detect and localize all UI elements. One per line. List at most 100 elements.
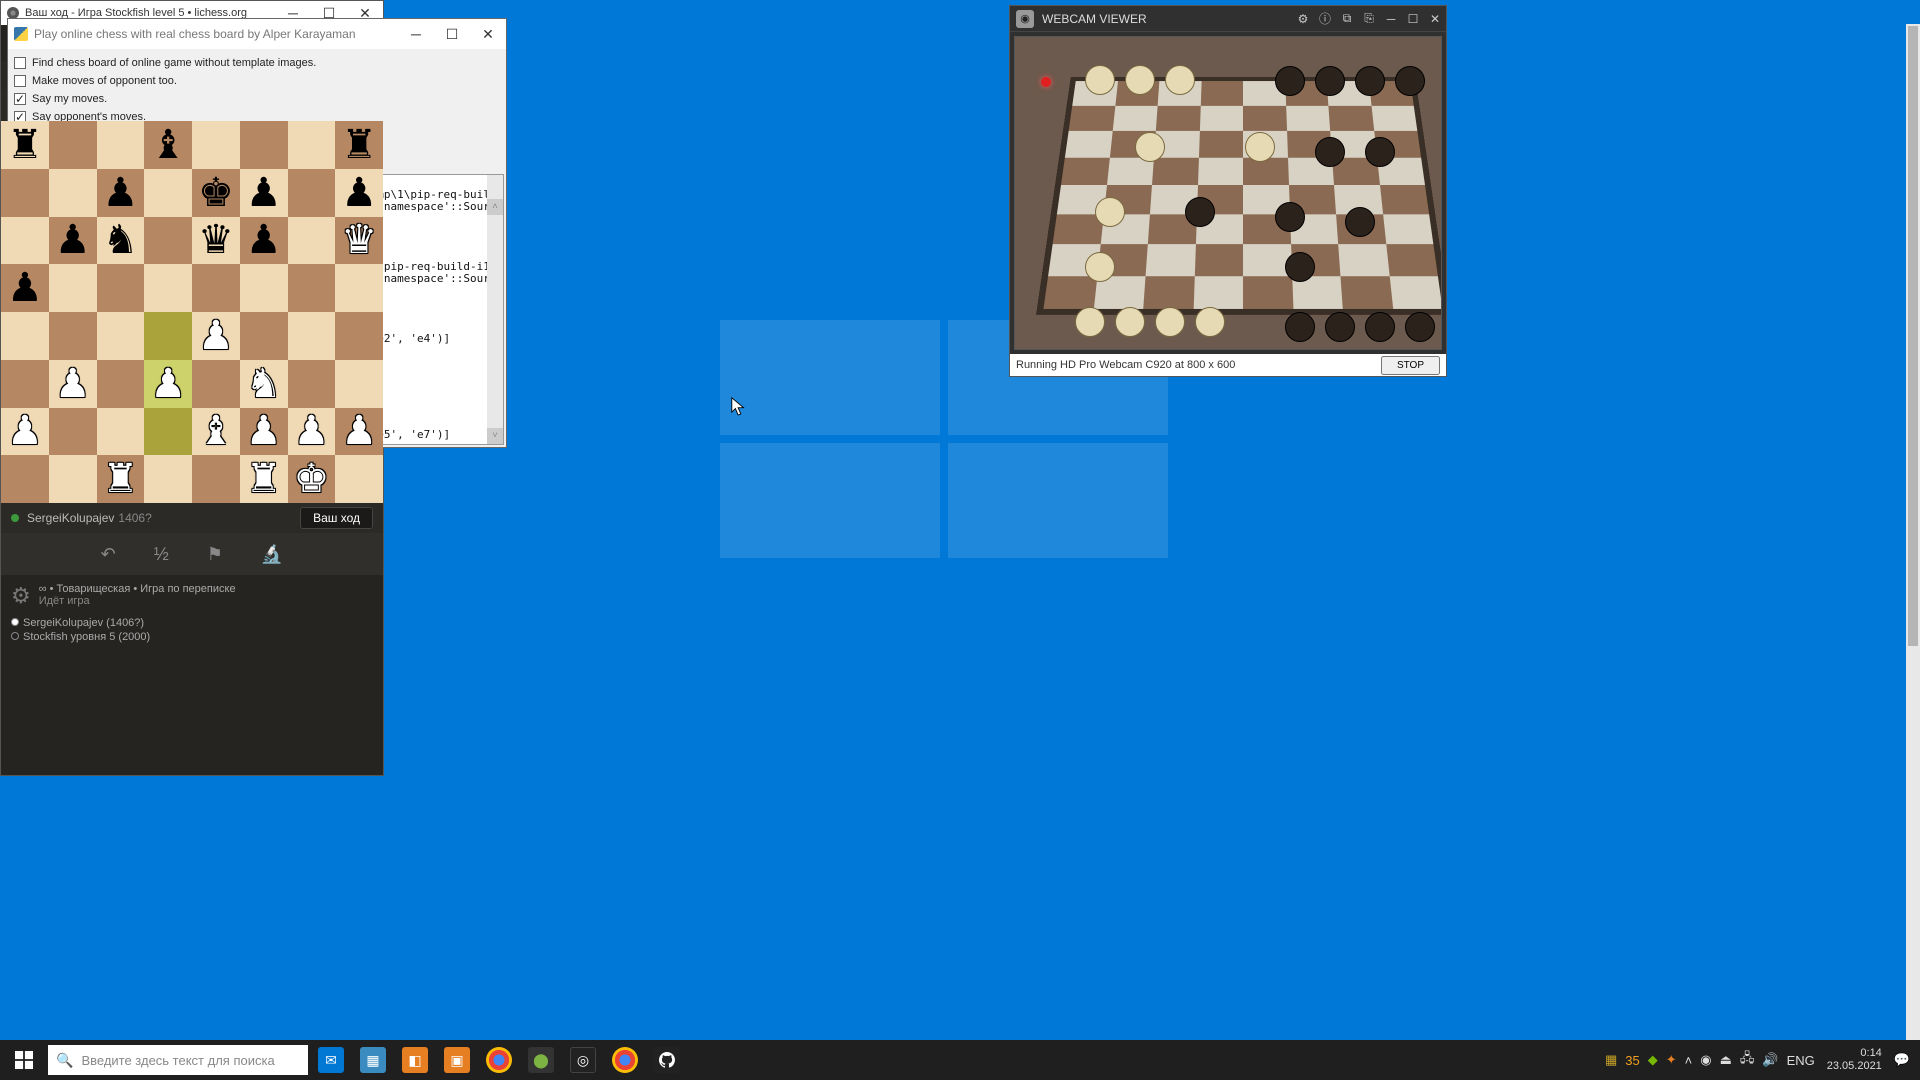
search-input[interactable]: 🔍 Введите здесь текст для поиска: [48, 1045, 308, 1075]
tray-lang[interactable]: ENG: [1787, 1053, 1815, 1068]
piece-bn[interactable]: ♞: [97, 217, 145, 265]
task-calculator-icon[interactable]: ▦: [354, 1040, 392, 1080]
chess-board[interactable]: ♜♝♜♟♚♟♟♟♞♛♟♛♟♟♟♟♞♟♝♟♟♟♜♜♚: [1, 121, 383, 503]
square[interactable]: [49, 121, 97, 169]
square[interactable]: [192, 264, 240, 312]
square[interactable]: [97, 121, 145, 169]
square[interactable]: [1, 455, 49, 503]
piece-bp[interactable]: ♟: [49, 217, 97, 265]
scroll-up-icon[interactable]: ˄: [487, 199, 503, 215]
piece-bp[interactable]: ♟: [1, 264, 49, 312]
py-titlebar[interactable]: Play online chess with real chess board …: [8, 19, 506, 49]
square[interactable]: [144, 455, 192, 503]
square[interactable]: ♛: [192, 217, 240, 265]
square[interactable]: ♟: [335, 169, 383, 217]
tray-temp[interactable]: 35: [1625, 1053, 1639, 1068]
square[interactable]: ♝: [192, 408, 240, 456]
square[interactable]: [1, 312, 49, 360]
square[interactable]: [240, 121, 288, 169]
square[interactable]: [192, 360, 240, 408]
piece-wr[interactable]: ♜: [97, 455, 145, 503]
square[interactable]: ♟: [240, 217, 288, 265]
opt-find-board[interactable]: Find chess board of online game without …: [14, 55, 500, 71]
square[interactable]: [335, 312, 383, 360]
square[interactable]: ♟: [1, 264, 49, 312]
tray-chevron-up-icon[interactable]: ˄: [1685, 1053, 1693, 1068]
square[interactable]: [288, 169, 336, 217]
webcam-stop-button[interactable]: STOP: [1381, 356, 1440, 375]
opt-say-my-moves[interactable]: Say my moves.: [14, 91, 500, 107]
square[interactable]: ♜: [335, 121, 383, 169]
square[interactable]: [192, 455, 240, 503]
task-app-icon[interactable]: ◧: [396, 1040, 434, 1080]
tray-icon[interactable]: ✦: [1666, 1052, 1677, 1068]
piece-bb[interactable]: ♝: [144, 121, 192, 169]
tray-location-icon[interactable]: ◉: [1700, 1052, 1711, 1068]
square[interactable]: [335, 360, 383, 408]
square[interactable]: ♟: [240, 169, 288, 217]
task-mail-icon[interactable]: ✉: [312, 1040, 350, 1080]
resign-icon[interactable]: ⚑: [207, 544, 223, 565]
piece-br[interactable]: ♜: [335, 121, 383, 169]
piece-wp[interactable]: ♟: [144, 360, 192, 408]
square[interactable]: ♜: [1, 121, 49, 169]
close-button[interactable]: ✕: [1424, 6, 1446, 32]
piece-wb[interactable]: ♝: [192, 408, 240, 456]
start-button[interactable]: [0, 1040, 48, 1080]
square[interactable]: [192, 121, 240, 169]
square[interactable]: [335, 264, 383, 312]
gear-icon[interactable]: ⚙: [11, 583, 31, 609]
square[interactable]: [144, 217, 192, 265]
square[interactable]: [288, 217, 336, 265]
square[interactable]: ♞: [97, 217, 145, 265]
square[interactable]: ♟: [49, 217, 97, 265]
square[interactable]: ♟: [144, 360, 192, 408]
square[interactable]: [49, 312, 97, 360]
info-icon[interactable]: ⓘ: [1314, 6, 1336, 32]
piece-wr[interactable]: ♜: [240, 455, 288, 503]
tray-nvidia-icon[interactable]: ◆: [1648, 1052, 1658, 1068]
square[interactable]: [49, 455, 97, 503]
maximize-button[interactable]: ☐: [434, 19, 470, 49]
task-app-icon[interactable]: ⬤: [522, 1040, 560, 1080]
lichess-scrollbar[interactable]: [1906, 24, 1920, 1080]
piece-wp[interactable]: ♟: [1, 408, 49, 456]
square[interactable]: ♟: [288, 408, 336, 456]
piece-wn[interactable]: ♞: [240, 360, 288, 408]
square[interactable]: ♚: [288, 455, 336, 503]
tray-clock[interactable]: 0:14 23.05.2021: [1827, 1047, 1882, 1073]
popout-icon[interactable]: ⧉: [1336, 6, 1358, 32]
square[interactable]: ♟: [335, 408, 383, 456]
task-chrome-icon[interactable]: [480, 1040, 518, 1080]
square[interactable]: [288, 360, 336, 408]
square[interactable]: [144, 169, 192, 217]
tray-volume-icon[interactable]: 🔊: [1762, 1052, 1778, 1068]
square[interactable]: ♟: [49, 360, 97, 408]
square[interactable]: [1, 169, 49, 217]
square[interactable]: ♜: [97, 455, 145, 503]
task-chrome-icon[interactable]: [606, 1040, 644, 1080]
square[interactable]: ♛: [335, 217, 383, 265]
square[interactable]: [1, 217, 49, 265]
tray-network-icon[interactable]: 🖧: [1740, 1049, 1755, 1071]
square[interactable]: ♟: [97, 169, 145, 217]
tray-usb-icon[interactable]: ⏏: [1720, 1052, 1732, 1068]
log-scrollbar[interactable]: ˄ ˅: [487, 175, 503, 444]
minimize-button[interactable]: ─: [398, 19, 434, 49]
piece-wp[interactable]: ♟: [192, 312, 240, 360]
piece-wp[interactable]: ♟: [240, 408, 288, 456]
square[interactable]: ♚: [192, 169, 240, 217]
analysis-icon[interactable]: 🔬: [261, 544, 283, 565]
task-github-icon[interactable]: [648, 1040, 686, 1080]
piece-bp[interactable]: ♟: [335, 169, 383, 217]
square[interactable]: [49, 264, 97, 312]
square[interactable]: [288, 264, 336, 312]
square[interactable]: [97, 360, 145, 408]
piece-wq[interactable]: ♛: [335, 217, 383, 265]
square[interactable]: [97, 408, 145, 456]
square[interactable]: ♟: [240, 408, 288, 456]
task-app-icon[interactable]: ▣: [438, 1040, 476, 1080]
tray-icon[interactable]: ▦: [1605, 1052, 1617, 1068]
task-obs-icon[interactable]: ◎: [564, 1040, 602, 1080]
piece-wp[interactable]: ♟: [335, 408, 383, 456]
